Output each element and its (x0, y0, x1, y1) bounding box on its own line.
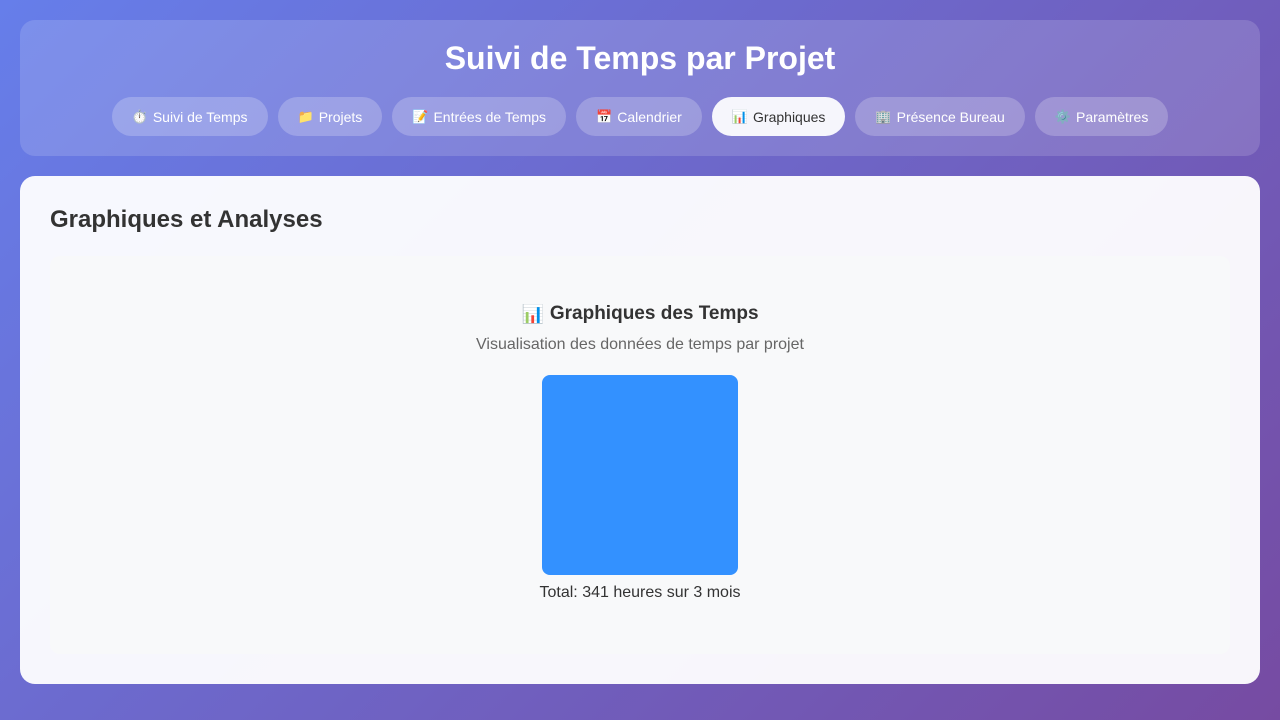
tab-label: Entrées de Temps (433, 108, 547, 125)
main-content-card: Graphiques et Analyses 📊 Graphiques des … (20, 176, 1260, 684)
tab-label: Graphiques (753, 108, 826, 125)
office-building-icon: 🏢 (875, 109, 892, 124)
section-title: Graphiques et Analyses (50, 206, 323, 233)
tab-entrees-de-temps[interactable]: 📝 Entrées de Temps (392, 97, 567, 136)
tab-projets[interactable]: 📁 Projets (277, 97, 383, 136)
app-header: Suivi de Temps par Projet ⏱️ Suivi de Te… (20, 20, 1260, 156)
tab-graphiques[interactable]: 📊 Graphiques (711, 97, 846, 136)
tab-parametres[interactable]: ⚙️ Paramètres (1034, 97, 1169, 136)
chart-heading-text: Graphiques des Temps (549, 303, 759, 324)
gear-icon: ⚙️ (1054, 109, 1071, 124)
chart-panel: 📊 Graphiques des Temps Visualisation des… (50, 256, 1230, 654)
chart-total-text: Total: 341 heures sur 3 mois (539, 584, 741, 601)
tab-label: Suivi de Temps (152, 108, 248, 125)
memo-icon: 📝 (412, 109, 429, 124)
tab-suivi-de-temps[interactable]: ⏱️ Suivi de Temps (111, 97, 268, 136)
stopwatch-icon: ⏱️ (131, 109, 148, 124)
main-nav: ⏱️ Suivi de Temps 📁 Projets 📝 Entrées de… (20, 97, 1260, 136)
chart-canvas (542, 375, 738, 575)
folder-icon: 📁 (297, 109, 314, 124)
chart-bar (542, 375, 738, 575)
chart-subtitle: Visualisation des données de temps par p… (476, 336, 804, 353)
chart-heading: 📊 Graphiques des Temps (50, 303, 1230, 325)
tab-label: Présence Bureau (896, 108, 1005, 125)
calendar-icon: 📅 (596, 109, 613, 124)
tab-label: Paramètres (1075, 108, 1149, 125)
bar-chart-icon: 📊 (731, 109, 749, 124)
tab-label: Calendrier (617, 108, 682, 125)
bar-chart-icon: 📊 (521, 303, 544, 324)
app-title: Suivi de Temps par Projet (444, 40, 836, 76)
tab-presence-bureau[interactable]: 🏢 Présence Bureau (855, 97, 1025, 136)
tab-label: Projets (318, 108, 363, 125)
tab-calendrier[interactable]: 📅 Calendrier (576, 97, 702, 136)
